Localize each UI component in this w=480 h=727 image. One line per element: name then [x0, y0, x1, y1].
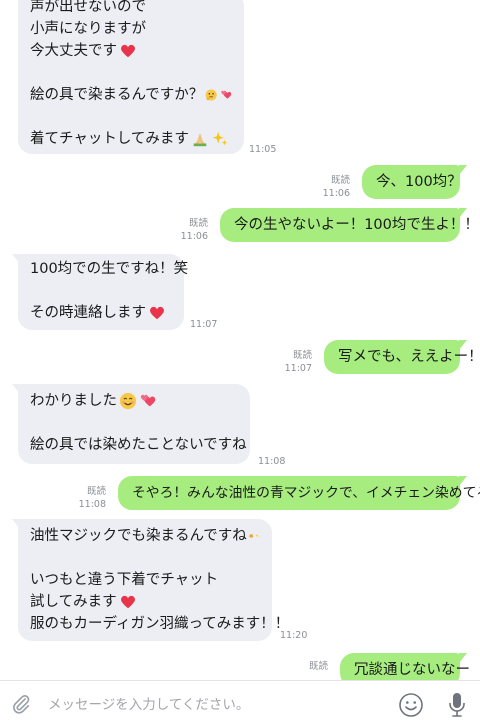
message-text: いつもと違う下着でチャット — [30, 572, 219, 588]
message-text: その時連絡します — [30, 305, 146, 321]
message-text: 今の生やないよー！100均で生よ！！ — [234, 217, 479, 233]
message-text: 今、100均？ — [376, 174, 462, 190]
message-input[interactable] — [46, 689, 390, 721]
message-bubble[interactable]: そやろ！みんな油性の青マジックで、イメチェン染めてる！ — [118, 476, 480, 510]
read-receipt: 既読 — [330, 175, 350, 186]
message-time: 11:07 — [190, 319, 218, 330]
message-incoming: 声が出せないので 小声になりますが 今大丈夫です 絵の具で染まるんですか？ 着て… — [0, 0, 480, 160]
message-bubble[interactable]: 油性マジックでも染まるんですね いつもと違う下着でチャット 試してみます 服のも… — [12, 519, 289, 641]
message-incoming: 100均での生ですね！笑 その時連絡します 11:07 — [0, 254, 480, 330]
praying-hands-icon — [193, 132, 207, 147]
message-incoming: 油性マジックでも染まるんですね いつもと違う下着でチャット 試してみます 服のも… — [0, 519, 480, 641]
paperclip-icon[interactable] — [10, 693, 32, 715]
message-time: 11:06 — [322, 188, 350, 199]
sparkles-icon — [255, 534, 260, 538]
message-text: 着てチャットしてみます — [30, 131, 189, 147]
read-receipt: 既読 — [188, 218, 208, 229]
message-text: 今大丈夫です — [30, 43, 117, 59]
message-outgoing: 既読 11:06 今の生やないよー！100均で生よ！！ — [0, 208, 480, 242]
sparkles-icon — [212, 131, 228, 146]
message-time: 11:06 — [180, 231, 208, 242]
message-incoming: わかりました 絵の具では染めたことないですね 11:08 — [0, 384, 480, 467]
message-text: 絵の具で染まるんですか？ — [30, 87, 204, 103]
message-time: 11:08 — [78, 499, 106, 510]
message-outgoing: 既読 冗談通じないなー — [0, 653, 480, 680]
two-hearts-icon — [140, 394, 156, 407]
emoji-icon[interactable] — [398, 692, 424, 718]
message-text: わかりました — [30, 393, 117, 409]
message-time: 11:07 — [284, 363, 312, 374]
message-text: 試してみます — [30, 594, 117, 610]
two-hearts-icon — [220, 90, 231, 99]
message-time: 11:20 — [280, 630, 308, 641]
read-receipt: 既読 — [308, 661, 328, 672]
message-text: 冗談通じないなー — [354, 662, 470, 678]
smiling-face-icon — [119, 392, 137, 410]
message-time: 11:05 — [249, 144, 277, 155]
message-bubble[interactable]: 今の生やないよー！100均で生よ！！ — [220, 208, 479, 242]
heart-icon — [120, 595, 135, 609]
message-bubble[interactable]: 写メでも、ええよー！ — [324, 340, 480, 374]
message-bubble[interactable]: わかりました 絵の具では染めたことないですね — [12, 384, 250, 464]
message-bubble[interactable]: 100均での生ですね！笑 その時連絡します — [12, 254, 188, 330]
message-time: 11:08 — [258, 456, 286, 467]
message-text: 小声になりますが — [30, 21, 146, 37]
microphone-icon[interactable] — [447, 691, 467, 719]
heart-icon — [121, 44, 135, 58]
flushed-face-icon — [249, 533, 254, 539]
message-bubble[interactable]: 今、100均？ — [362, 165, 467, 199]
message-text: 絵の具では染めたことないですね — [30, 437, 247, 453]
message-text: 写メでも、ええよー！ — [338, 349, 480, 365]
message-outgoing: 既読 11:08 そやろ！みんな油性の青マジックで、イメチェン染めてる！ — [0, 476, 480, 510]
heart-icon — [150, 306, 164, 320]
message-outgoing: 既読 11:06 今、100均？ — [0, 165, 480, 199]
message-bubble[interactable]: 声が出せないので 小声になりますが 今大丈夫です 絵の具で染まるんですか？ 着て… — [12, 0, 244, 154]
chat-area[interactable]: 声が出せないので 小声になりますが 今大丈夫です 絵の具で染まるんですか？ 着て… — [0, 0, 480, 680]
message-outgoing: 既読 11:07 写メでも、ええよー！ — [0, 340, 480, 374]
read-receipt: 既読 — [292, 350, 312, 361]
message-text: 100均での生ですね！笑 — [30, 261, 189, 277]
message-text: 声が出せないので — [30, 0, 146, 15]
message-text: 油性マジックでも染まるんですね — [30, 528, 247, 544]
message-bubble[interactable]: 冗談通じないなー — [340, 653, 470, 680]
message-text: そやろ！みんな油性の青マジックで、イメチェン染めてる！ — [132, 485, 480, 501]
message-text: 服のもカーディガン羽織ってみます！！ — [30, 616, 290, 632]
thinking-face-icon — [205, 89, 218, 101]
message-input-bar — [0, 680, 480, 727]
read-receipt: 既読 — [86, 486, 106, 497]
